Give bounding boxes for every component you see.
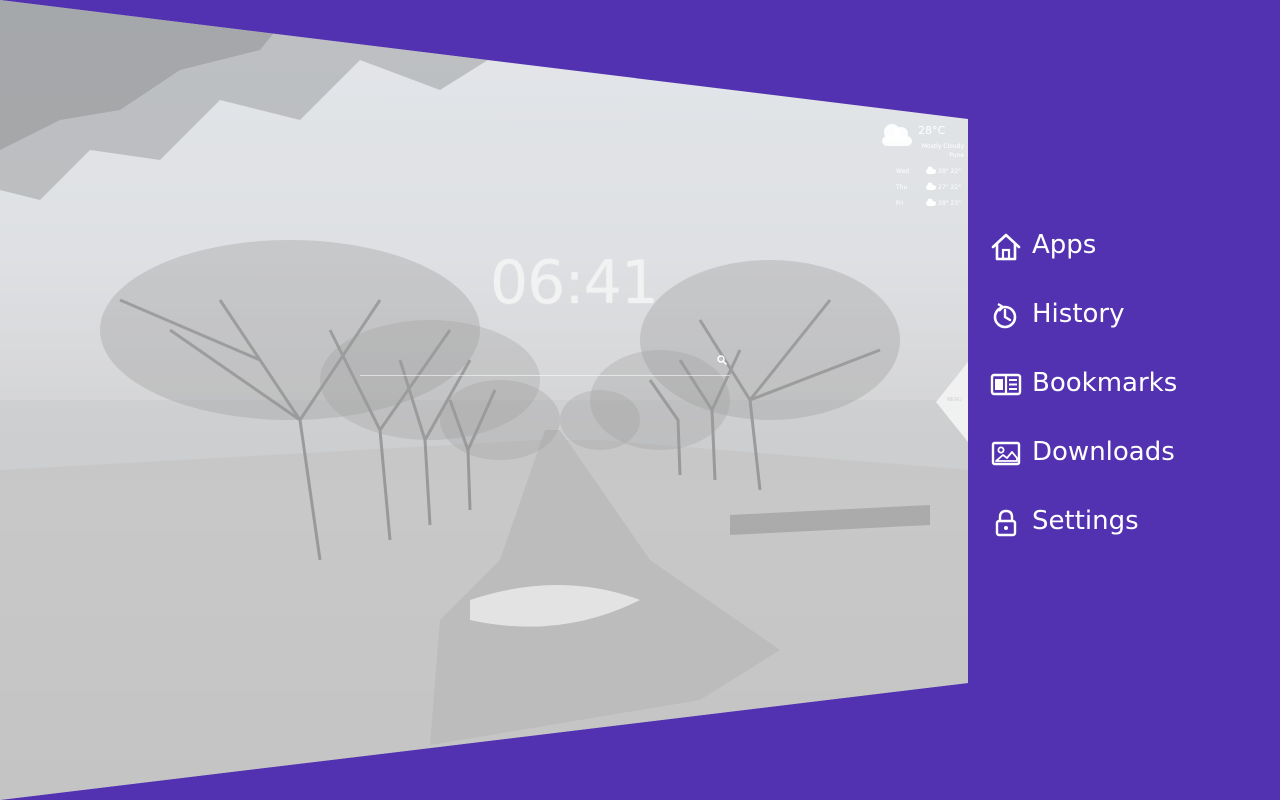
- weather-temperature: 28°C: [918, 124, 946, 137]
- house-icon: [991, 233, 1021, 261]
- search-icon[interactable]: [716, 354, 728, 366]
- forecast-row: Wed 28° 22°: [896, 166, 964, 182]
- menu-item-label: Downloads: [1032, 437, 1175, 467]
- feature-menu: Apps History Bookmarks Downloads Setting…: [990, 228, 1260, 573]
- menu-item-settings[interactable]: Settings: [990, 504, 1260, 573]
- forecast-temps: 28° 23°: [938, 200, 962, 207]
- cloud-icon: [926, 198, 936, 206]
- weather-condition: Mostly Cloudy Pune: [921, 143, 964, 159]
- menu-item-apps[interactable]: Apps: [990, 228, 1260, 297]
- forecast-row: Fri 28° 23°: [896, 198, 964, 214]
- forecast-temps: 27° 22°: [938, 184, 962, 191]
- forecast-day: Wed: [896, 168, 910, 175]
- menu-item-label: Apps: [1032, 230, 1097, 260]
- weather-widget[interactable]: 28°C Mostly Cloudy Pune Wed 28° 22° Thu …: [878, 118, 964, 218]
- forecast-temps: 28° 22°: [938, 168, 962, 175]
- clock: 06:41: [490, 248, 659, 318]
- menu-item-history[interactable]: History: [990, 297, 1260, 366]
- menu-item-label: Settings: [1032, 506, 1139, 536]
- menu-item-label: Bookmarks: [1032, 368, 1178, 398]
- forecast-row: Thu 27° 22°: [896, 182, 964, 198]
- search-input[interactable]: [360, 375, 730, 376]
- side-menu-tab-label: MENU: [947, 397, 962, 403]
- cloud-icon: [926, 182, 936, 190]
- cloud-icon: [926, 166, 936, 174]
- history-icon: [993, 303, 1017, 329]
- forecast-day: Thu: [896, 184, 908, 191]
- menu-item-bookmarks[interactable]: Bookmarks: [990, 366, 1260, 435]
- weather-forecast: Wed 28° 22° Thu 27° 22° Fri 28° 23°: [896, 166, 964, 214]
- image-icon: [991, 441, 1021, 466]
- menu-item-downloads[interactable]: Downloads: [990, 435, 1260, 504]
- forecast-day: Fri: [896, 200, 904, 207]
- menu-item-label: History: [1032, 299, 1125, 329]
- side-menu-tab[interactable]: MENU: [936, 362, 968, 442]
- bookmarks-icon: [990, 373, 1022, 396]
- search-bar[interactable]: [360, 350, 730, 376]
- cloud-icon: [882, 124, 912, 146]
- lock-icon: [995, 509, 1017, 537]
- promo-stage: 06:41 28°C Mostly Cloudy Pune Wed 28° 22…: [0, 0, 1280, 800]
